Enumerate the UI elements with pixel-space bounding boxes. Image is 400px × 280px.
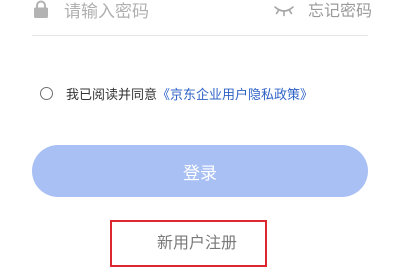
- privacy-policy-link[interactable]: 《京东企业用户隐私政策》: [157, 84, 313, 103]
- agreement-radio[interactable]: [40, 86, 53, 100]
- eye-closed-icon[interactable]: [274, 3, 294, 17]
- forgot-password-link[interactable]: 忘记密码: [308, 1, 372, 21]
- agreement-row: 我已阅读并同意 《京东企业用户隐私政策》: [40, 84, 313, 103]
- divider: [32, 35, 368, 36]
- agreement-text: 我已阅读并同意: [66, 87, 158, 103]
- login-button[interactable]: 登录: [32, 145, 368, 197]
- lock-icon: [34, 0, 48, 18]
- password-input[interactable]: [64, 0, 254, 24]
- register-link[interactable]: 新用户注册: [157, 233, 237, 253]
- password-row: 忘记密码: [0, 0, 400, 30]
